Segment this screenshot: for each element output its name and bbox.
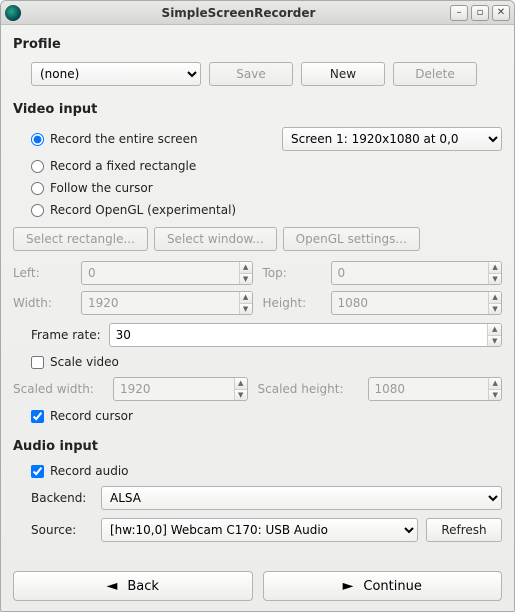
record-audio-check[interactable] bbox=[31, 465, 44, 478]
audio-heading: Audio input bbox=[13, 439, 502, 454]
opt-fixed-rect[interactable]: Record a fixed rectangle bbox=[31, 159, 196, 173]
scaled-height-spinbox: ▲▼ bbox=[368, 377, 503, 401]
select-window-button[interactable]: Select window... bbox=[154, 227, 277, 251]
chevron-down-icon: ▼ bbox=[240, 304, 252, 315]
left-input bbox=[82, 262, 239, 284]
opt-opengl[interactable]: Record OpenGL (experimental) bbox=[31, 203, 236, 217]
framerate-input[interactable] bbox=[110, 324, 488, 346]
profile-new-button[interactable]: New bbox=[301, 62, 385, 86]
opt-follow-cursor-radio[interactable] bbox=[31, 182, 44, 195]
width-label: Width: bbox=[13, 296, 71, 310]
scaled-height-label: Scaled height: bbox=[258, 382, 358, 396]
scaled-width-label: Scaled width: bbox=[13, 382, 103, 396]
chevron-up-icon: ▲ bbox=[489, 378, 501, 390]
close-button[interactable]: ✕ bbox=[492, 5, 510, 21]
scale-video-check[interactable] bbox=[31, 356, 44, 369]
top-input bbox=[332, 262, 489, 284]
window-title: SimpleScreenRecorder bbox=[27, 6, 450, 20]
left-label: Left: bbox=[13, 266, 71, 280]
video-heading: Video input bbox=[13, 102, 502, 117]
source-label: Source: bbox=[31, 523, 93, 537]
maximize-button[interactable]: ▫ bbox=[471, 5, 489, 21]
top-spinbox: ▲▼ bbox=[331, 261, 503, 285]
width-input bbox=[82, 292, 239, 314]
chevron-down-icon: ▼ bbox=[489, 390, 501, 401]
back-button[interactable]: ◄ Back bbox=[13, 571, 253, 601]
chevron-up-icon[interactable]: ▲ bbox=[488, 324, 501, 336]
chevron-down-icon: ▼ bbox=[489, 304, 501, 315]
left-spinbox: ▲▼ bbox=[81, 261, 253, 285]
record-cursor-checkbox[interactable]: Record cursor bbox=[31, 409, 133, 423]
profile-delete-button[interactable]: Delete bbox=[393, 62, 477, 86]
app-window: SimpleScreenRecorder – ▫ ✕ Profile (none… bbox=[0, 0, 515, 612]
profile-save-button[interactable]: Save bbox=[209, 62, 293, 86]
scaled-width-input bbox=[114, 378, 234, 400]
opt-entire-screen[interactable]: Record the entire screen bbox=[31, 132, 274, 146]
width-spinbox: ▲▼ bbox=[81, 291, 253, 315]
chevron-up-icon: ▲ bbox=[489, 292, 501, 304]
height-spinbox: ▲▼ bbox=[331, 291, 503, 315]
scaled-width-spinbox: ▲▼ bbox=[113, 377, 248, 401]
arrow-left-icon: ◄ bbox=[107, 579, 118, 593]
titlebar: SimpleScreenRecorder – ▫ ✕ bbox=[1, 1, 514, 25]
opt-fixed-rect-radio[interactable] bbox=[31, 160, 44, 173]
opt-follow-cursor[interactable]: Follow the cursor bbox=[31, 181, 153, 195]
chevron-up-icon: ▲ bbox=[240, 262, 252, 274]
select-rectangle-button[interactable]: Select rectangle... bbox=[13, 227, 148, 251]
arrow-right-icon: ► bbox=[343, 579, 354, 593]
framerate-label: Frame rate: bbox=[31, 328, 101, 342]
screen-select[interactable]: Screen 1: 1920x1080 at 0,0 bbox=[282, 127, 502, 151]
chevron-down-icon: ▼ bbox=[240, 274, 252, 285]
height-label: Height: bbox=[263, 296, 321, 310]
opt-opengl-radio[interactable] bbox=[31, 204, 44, 217]
backend-label: Backend: bbox=[31, 491, 93, 505]
chevron-up-icon: ▲ bbox=[489, 262, 501, 274]
chevron-down-icon: ▼ bbox=[489, 274, 501, 285]
opt-entire-screen-radio[interactable] bbox=[31, 133, 44, 146]
app-icon bbox=[5, 5, 21, 21]
backend-select[interactable]: ALSA bbox=[101, 486, 502, 510]
record-cursor-check[interactable] bbox=[31, 410, 44, 423]
continue-button[interactable]: ► Continue bbox=[263, 571, 503, 601]
record-audio-checkbox[interactable]: Record audio bbox=[31, 464, 129, 478]
source-select[interactable]: [hw:10,0] Webcam C170: USB Audio bbox=[101, 518, 418, 542]
minimize-button[interactable]: – bbox=[450, 5, 468, 21]
chevron-down-icon[interactable]: ▼ bbox=[488, 336, 501, 347]
refresh-button[interactable]: Refresh bbox=[426, 518, 502, 542]
scale-video-checkbox[interactable]: Scale video bbox=[31, 355, 119, 369]
profile-select[interactable]: (none) bbox=[31, 62, 201, 86]
chevron-up-icon: ▲ bbox=[235, 378, 247, 390]
scaled-height-input bbox=[369, 378, 489, 400]
chevron-down-icon: ▼ bbox=[235, 390, 247, 401]
top-label: Top: bbox=[263, 266, 321, 280]
framerate-spinbox[interactable]: ▲▼ bbox=[109, 323, 502, 347]
height-input bbox=[332, 292, 489, 314]
profile-heading: Profile bbox=[13, 37, 502, 52]
opengl-settings-button[interactable]: OpenGL settings... bbox=[283, 227, 420, 251]
chevron-up-icon: ▲ bbox=[240, 292, 252, 304]
